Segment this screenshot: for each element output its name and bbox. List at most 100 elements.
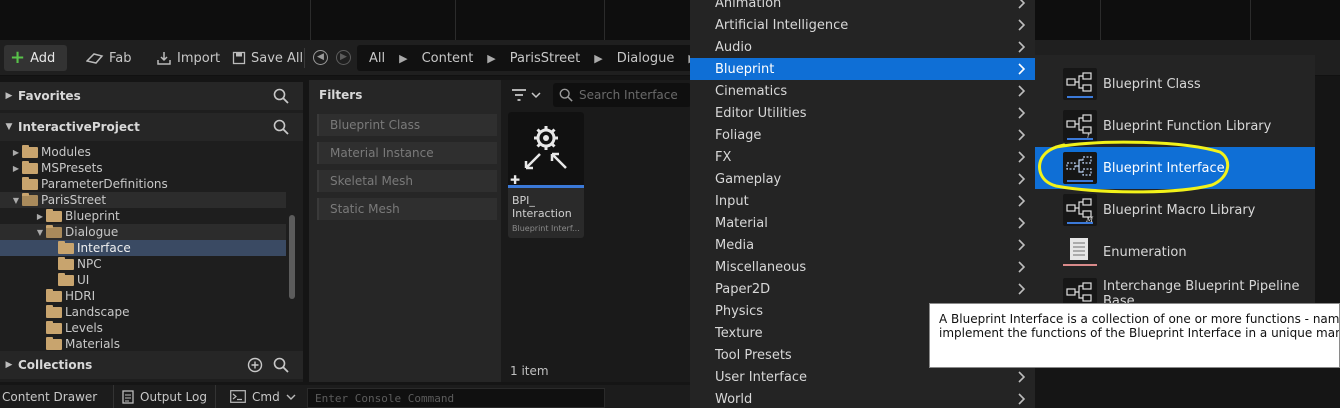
chevron-right-icon[interactable]: ▶ [399, 52, 407, 65]
console-command-input[interactable]: Enter Console Command [307, 388, 605, 408]
output-log-button[interactable]: Output Log [122, 385, 207, 408]
tree-folder-materials[interactable]: Materials [0, 336, 286, 352]
collapse-arrow-icon[interactable]: ▼ [0, 122, 18, 132]
submenu-item-blueprint-macro-library[interactable]: M Blueprint Macro Library [1035, 189, 1315, 231]
menu-item-paper2d[interactable]: Paper2D [690, 278, 1035, 300]
menu-item-cinematics[interactable]: Cinematics [690, 80, 1035, 102]
search-placeholder: Search Interface [579, 88, 678, 102]
save-all-button[interactable]: Save All [226, 45, 309, 71]
tree-folder-interface[interactable]: Interface [0, 240, 286, 256]
tree-folder-modules[interactable]: ▶ Modules [0, 144, 286, 160]
back-arrow-icon[interactable]: ◀ [313, 50, 328, 65]
chevron-right-icon [1018, 107, 1025, 119]
cmd-dropdown[interactable]: Cmd [230, 385, 296, 408]
expand-arrow-icon[interactable]: ▶ [0, 91, 18, 101]
search-input[interactable]: Search Interface [553, 83, 691, 107]
blueprint-icon: f [1063, 110, 1097, 142]
collections-header[interactable]: ▶ Collections [0, 351, 303, 379]
search-icon[interactable] [273, 88, 289, 104]
tree-folder-parameterdefinitions[interactable]: ParameterDefinitions [0, 176, 286, 192]
add-collection-icon[interactable] [247, 357, 263, 373]
forward-arrow-icon[interactable]: ▶ [336, 50, 351, 65]
menu-item-label: Tool Presets [715, 347, 792, 363]
filter-dropdown-icon[interactable] [511, 87, 541, 103]
chevron-right-icon [1018, 261, 1025, 273]
menu-item-input[interactable]: Input [690, 190, 1035, 212]
add-button-label: Add [30, 50, 56, 66]
chevron-right-icon [1018, 63, 1025, 75]
breadcrumb-item-content[interactable]: Content [422, 51, 474, 66]
project-header[interactable]: ▼ InteractiveProject [0, 113, 303, 141]
breadcrumb-item-all[interactable]: All [369, 51, 385, 66]
expand-arrow-icon[interactable]: ▶ [10, 164, 22, 173]
collapse-arrow-icon[interactable]: ▼ [10, 196, 22, 205]
folder-open-icon [46, 224, 62, 238]
chevron-right-icon [1018, 371, 1025, 383]
chevron-right-icon[interactable]: ▶ [487, 52, 495, 65]
filter-item[interactable]: Static Mesh [317, 198, 497, 220]
search-icon[interactable] [273, 119, 289, 135]
submenu-item-blueprint-interface[interactable]: Blueprint Interface [1035, 147, 1315, 189]
submenu-item-blueprint-class[interactable]: Blueprint Class [1035, 63, 1315, 105]
tree-folder-npc[interactable]: NPC [0, 256, 286, 272]
menu-item-media[interactable]: Media [690, 234, 1035, 256]
menu-item-editor-utilities[interactable]: Editor Utilities [690, 102, 1035, 124]
asset-tile[interactable]: ✚ BPI_ Interaction Blueprint Interf... [508, 112, 584, 238]
menu-item-world[interactable]: World [690, 388, 1035, 408]
breadcrumb-item-dialogue[interactable]: Dialogue [617, 51, 675, 66]
expand-arrow-icon[interactable]: ▶ [0, 360, 18, 370]
tree-folder-ui[interactable]: UI [0, 272, 286, 288]
folder-icon [46, 208, 62, 222]
filter-item[interactable]: Blueprint Class [317, 114, 497, 136]
favorites-header[interactable]: ▶ Favorites [0, 82, 303, 110]
filter-item[interactable]: Skeletal Mesh [317, 170, 497, 192]
search-icon[interactable] [273, 357, 289, 373]
expand-arrow-icon[interactable]: ▶ [34, 212, 46, 221]
submenu-item-enumeration[interactable]: Enumeration [1035, 231, 1315, 273]
asset-name: BPI_ Interaction [512, 194, 572, 220]
tree-folder-hdri[interactable]: HDRI [0, 288, 286, 304]
tree-folder-mspresets[interactable]: ▶ MSPresets [0, 160, 286, 176]
tree-folder-landscape[interactable]: Landscape [0, 304, 286, 320]
content-drawer-label: Content Drawer [2, 389, 98, 404]
menu-item-user-interface[interactable]: User Interface [690, 366, 1035, 388]
menu-item-animation[interactable]: Animation [690, 0, 1035, 14]
asset-type: Blueprint Interf... [512, 224, 580, 233]
add-button[interactable]: + Add [4, 45, 67, 71]
folder-icon [22, 176, 38, 190]
menu-item-foliage[interactable]: Foliage [690, 124, 1035, 146]
chevron-right-icon [1018, 195, 1025, 207]
tree-folder-dialogue[interactable]: ▼ Dialogue [0, 224, 286, 240]
tree-folder-parisstreet[interactable]: ▼ ParisStreet [0, 192, 286, 208]
folder-icon [58, 256, 74, 270]
tree-folder-label: UI [77, 273, 90, 287]
menu-item-label: Foliage [715, 127, 762, 143]
menu-item-miscellaneous[interactable]: Miscellaneous [690, 256, 1035, 278]
tree-folder-levels[interactable]: Levels [0, 320, 286, 336]
filter-item[interactable]: Material Instance [317, 142, 497, 164]
tree-folder-label: Landscape [65, 305, 130, 319]
sources-panel: ▶ Favorites ▼ InteractiveProject ▶ Module… [0, 82, 303, 382]
import-button[interactable]: Import [150, 45, 226, 71]
content-drawer-button[interactable]: Content Drawer [2, 385, 97, 408]
collapse-arrow-icon[interactable]: ▼ [34, 228, 46, 237]
save-icon [232, 51, 246, 65]
breadcrumb-item-parisstreet[interactable]: ParisStreet [510, 51, 580, 66]
menu-item-artificial-intelligence[interactable]: Artificial Intelligence [690, 14, 1035, 36]
tree-scrollbar[interactable] [289, 215, 295, 299]
submenu-item-blueprint-function-library[interactable]: f Blueprint Function Library [1035, 105, 1315, 147]
menu-item-audio[interactable]: Audio [690, 36, 1035, 58]
menu-item-gameplay[interactable]: Gameplay [690, 168, 1035, 190]
menu-item-blueprint[interactable]: Blueprint [690, 58, 1035, 80]
chevron-right-icon[interactable]: ▶ [594, 52, 602, 65]
chevron-right-icon [1018, 173, 1025, 185]
tree-folder-blueprint[interactable]: ▶ Blueprint [0, 208, 286, 224]
menu-item-fx[interactable]: FX [690, 146, 1035, 168]
toolbar-divider [304, 48, 305, 68]
chevron-right-icon [1018, 393, 1025, 405]
fab-button[interactable]: Fab [80, 45, 138, 71]
menu-item-material[interactable]: Material [690, 212, 1035, 234]
chevron-right-icon [1018, 151, 1025, 163]
expand-arrow-icon[interactable]: ▶ [10, 148, 22, 157]
menu-item-label: Texture [715, 325, 763, 341]
